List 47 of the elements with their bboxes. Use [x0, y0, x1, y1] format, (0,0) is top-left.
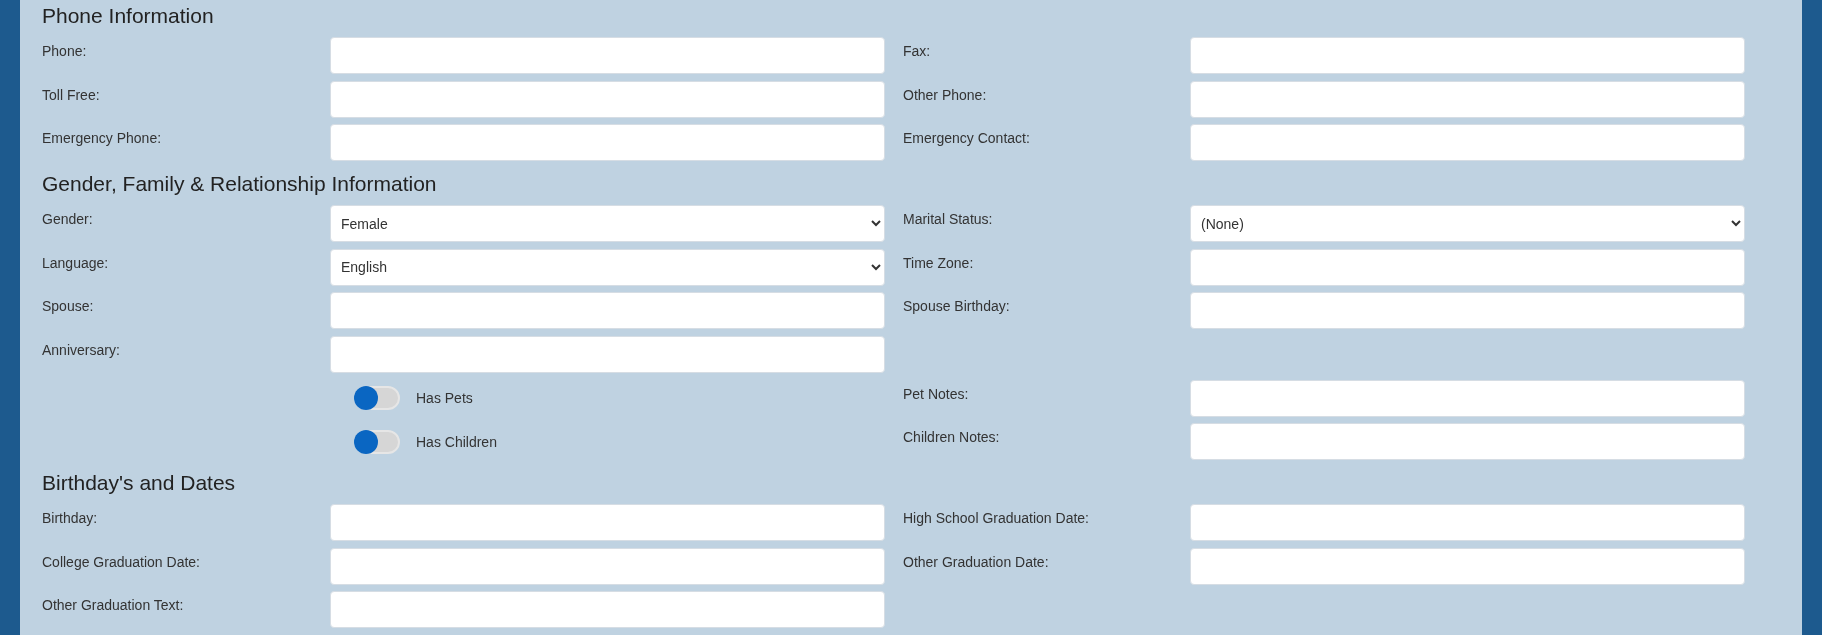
section-heading: Birthday's and Dates	[42, 470, 236, 497]
field-label: Toll Free:	[42, 85, 100, 103]
text-field[interactable]	[330, 336, 885, 374]
field-label: Other Graduation Date:	[903, 552, 1049, 570]
field-label: High School Graduation Date:	[903, 509, 1089, 527]
select-field[interactable]: English	[330, 248, 885, 286]
field-label: Marital Status:	[903, 210, 993, 227]
toggle-label: Has Children	[416, 433, 497, 450]
text-field[interactable]	[1190, 124, 1745, 162]
text-field[interactable]	[1190, 292, 1745, 330]
text-field[interactable]	[1190, 248, 1745, 286]
field-label: Spouse Birthday:	[903, 297, 1010, 315]
select-field[interactable]: Female	[330, 205, 885, 242]
field-label: College Graduation Date:	[42, 552, 200, 570]
text-field[interactable]	[330, 292, 885, 330]
select-field[interactable]: (None)	[1190, 205, 1745, 242]
field-label: Language:	[42, 253, 109, 271]
section-heading: Gender, Family & Relationship Information	[42, 171, 437, 197]
text-field[interactable]	[330, 591, 885, 629]
toggle-label: Has Pets	[416, 390, 473, 407]
toggle-switch[interactable]	[354, 386, 400, 411]
section-heading: Phone Information	[42, 3, 214, 29]
field-label: Other Phone:	[903, 85, 987, 103]
field-label: Spouse:	[42, 297, 94, 315]
text-field[interactable]	[1190, 80, 1745, 118]
field-label: Anniversary:	[42, 341, 120, 359]
toggle-switch[interactable]	[354, 429, 400, 454]
text-field[interactable]	[1190, 37, 1745, 74]
text-field[interactable]	[1190, 379, 1745, 417]
text-field[interactable]	[1190, 547, 1745, 585]
field-label: Emergency Phone:	[42, 129, 162, 147]
text-field[interactable]	[1190, 504, 1745, 542]
text-field[interactable]	[1190, 423, 1745, 461]
field-label: Phone:	[42, 42, 87, 59]
field-label: Gender:	[42, 210, 93, 227]
field-label: Other Graduation Text:	[42, 596, 184, 614]
text-field[interactable]	[330, 504, 885, 542]
text-field[interactable]	[330, 37, 885, 74]
field-label: Emergency Contact:	[903, 129, 1030, 147]
field-label: Fax:	[903, 42, 931, 59]
text-field[interactable]	[330, 547, 885, 585]
text-field[interactable]	[330, 80, 885, 118]
field-label: Time Zone:	[903, 253, 974, 271]
field-label: Children Notes:	[903, 428, 1000, 446]
text-field[interactable]	[330, 124, 885, 162]
field-label: Birthday:	[42, 509, 98, 527]
field-label: Pet Notes:	[903, 384, 969, 402]
